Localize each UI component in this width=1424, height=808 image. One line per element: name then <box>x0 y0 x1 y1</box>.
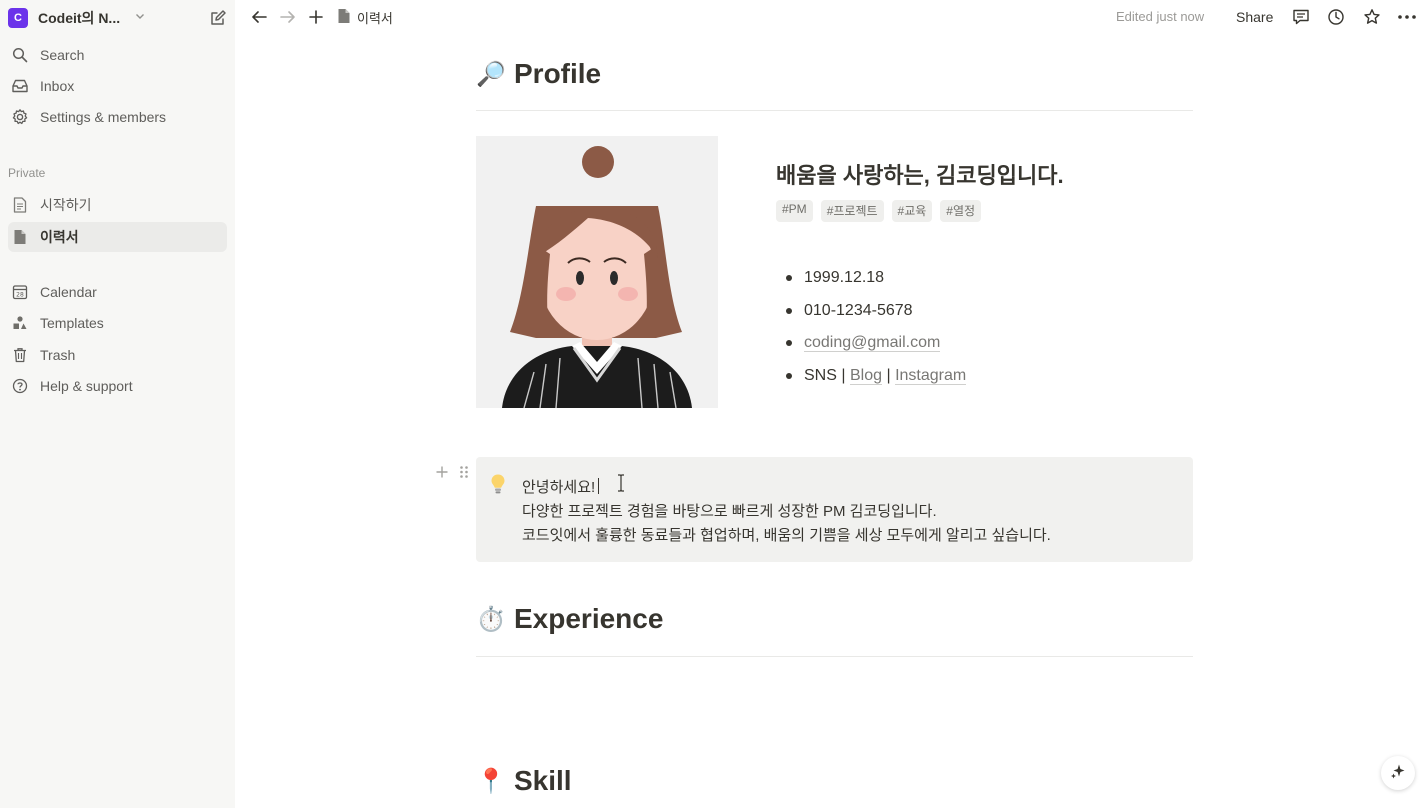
svg-text:28: 28 <box>16 292 24 299</box>
comment-icon[interactable] <box>1291 7 1311 27</box>
heading-text: Profile <box>514 58 602 89</box>
back-arrow-icon[interactable] <box>249 7 269 27</box>
sidebar-item-settings[interactable]: Settings & members <box>8 102 227 132</box>
breadcrumb[interactable]: 이력서 <box>337 8 393 27</box>
phone-number: 010-1234-5678 <box>804 301 913 319</box>
forward-arrow-icon[interactable] <box>278 7 298 27</box>
gear-icon <box>10 107 30 127</box>
workspace-logo: C <box>8 8 28 28</box>
lightbulb-icon <box>490 473 506 500</box>
topbar: 이력서 Edited just now Share <box>235 0 1424 34</box>
drag-handle-icon[interactable] <box>455 463 473 481</box>
workspace-name: Codeit의 N... <box>38 10 121 26</box>
page-icon <box>337 8 351 27</box>
intro-callout[interactable]: 안녕하세요! 다양한 프로젝트 경험을 바탕으로 빠르게 성장한 PM 김코딩입… <box>476 457 1193 562</box>
add-block-icon[interactable] <box>433 463 451 481</box>
inbox-icon <box>10 76 30 96</box>
separator: | <box>886 366 891 384</box>
heading-text: Skill <box>514 765 572 796</box>
list-item-phone[interactable]: 010-1234-5678 <box>784 295 966 328</box>
star-icon[interactable] <box>1362 7 1382 27</box>
sns-label: SNS <box>804 366 837 384</box>
profile-tagline[interactable]: 배움을 사랑하는, 김코딩입니다. <box>776 158 1064 190</box>
callout-greeting: 안녕하세요! <box>522 479 596 496</box>
sidebar-item-search[interactable]: Search <box>8 40 227 70</box>
callout-line-3: 코드잇에서 훌륭한 동료들과 협업하며, 배움의 기쁨을 세상 모두에게 알리고… <box>522 527 1051 544</box>
sidebar-item-label: Help & support <box>40 378 133 394</box>
page-icon <box>10 227 30 247</box>
heading-text: Experience <box>514 603 664 634</box>
separator: | <box>841 366 846 384</box>
sidebar-item-label: 시작하기 <box>40 197 92 213</box>
new-page-icon[interactable] <box>208 8 228 33</box>
skill-heading[interactable]: 📍 Skill <box>476 765 572 797</box>
email-link[interactable]: coding@gmail.com <box>804 334 941 352</box>
section-label-private[interactable]: Private <box>8 166 45 180</box>
sidebar-item-calendar[interactable]: 28 Calendar <box>8 277 227 307</box>
birthdate: 1999.12.18 <box>804 269 885 286</box>
list-item-birthdate[interactable]: 1999.12.18 <box>784 262 966 295</box>
profile-heading[interactable]: 🔎 Profile <box>476 58 601 90</box>
sidebar-item-label: Templates <box>40 315 104 331</box>
text-caret <box>598 478 600 494</box>
callout-line-1: 안녕하세요! <box>522 476 600 497</box>
callout-line-2: 다양한 프로젝트 경험을 바탕으로 빠르게 성장한 PM 김코딩입니다. <box>522 503 937 520</box>
magnifier-emoji-icon: 🔎 <box>476 60 506 88</box>
sidebar-item-label: Settings & members <box>40 109 167 125</box>
edited-status: Edited just now <box>1116 9 1205 24</box>
calendar-icon: 28 <box>10 282 30 302</box>
add-icon[interactable] <box>306 7 326 27</box>
sidebar-item-label: 이력서 <box>40 229 79 245</box>
page-icon <box>10 195 30 215</box>
tag-education[interactable]: #교육 <box>891 200 933 222</box>
chevron-down-icon <box>134 9 146 27</box>
tag-list: #PM #프로젝트 #교육 #열정 <box>776 200 982 222</box>
sidebar-item-label: Calendar <box>40 284 97 300</box>
help-icon <box>10 376 30 396</box>
sidebar-item-templates[interactable]: Templates <box>8 308 227 338</box>
trash-icon <box>10 345 30 365</box>
tag-passion[interactable]: #열정 <box>940 200 982 222</box>
sparkle-icon <box>1390 763 1406 784</box>
profile-image[interactable] <box>476 136 718 408</box>
sidebar-item-label: Search <box>40 47 85 63</box>
sidebar-item-label: Trash <box>40 347 76 363</box>
contact-list: 1999.12.18 010-1234-5678 coding@gmail.co… <box>784 262 967 393</box>
sidebar-item-inbox[interactable]: Inbox <box>8 71 227 101</box>
stopwatch-emoji-icon: ⏱️ <box>476 605 506 633</box>
instagram-link[interactable]: Instagram <box>895 366 967 385</box>
sidebar-item-resume[interactable]: 이력서 <box>8 222 227 252</box>
divider <box>476 110 1193 111</box>
tag-project[interactable]: #프로젝트 <box>820 200 884 222</box>
pushpin-emoji-icon: 📍 <box>476 767 506 795</box>
list-item-sns[interactable]: SNS | Blog | Instagram <box>784 360 967 393</box>
more-options-icon[interactable] <box>1397 7 1417 27</box>
sidebar-item-getting-started[interactable]: 시작하기 <box>8 190 227 220</box>
share-button[interactable]: Share <box>1236 9 1273 25</box>
sidebar-item-label: Inbox <box>40 78 75 94</box>
tag-pm[interactable]: #PM <box>776 200 813 222</box>
workspace-switcher[interactable]: C Codeit의 N... <box>8 6 228 30</box>
search-icon <box>10 45 30 65</box>
divider <box>476 656 1193 657</box>
sidebar: C Codeit의 N... Search Inbox Settings & m… <box>0 0 235 808</box>
blog-link[interactable]: Blog <box>849 366 882 385</box>
breadcrumb-label: 이력서 <box>357 11 393 26</box>
text-cursor-icon <box>616 474 626 497</box>
sidebar-item-trash[interactable]: Trash <box>8 340 227 370</box>
list-item-email[interactable]: coding@gmail.com <box>784 327 966 360</box>
history-icon[interactable] <box>1326 7 1346 27</box>
sidebar-item-help[interactable]: Help & support <box>8 371 227 401</box>
experience-heading[interactable]: ⏱️ Experience <box>476 603 663 635</box>
ai-assistant-button[interactable] <box>1381 756 1415 790</box>
templates-icon <box>10 313 30 333</box>
